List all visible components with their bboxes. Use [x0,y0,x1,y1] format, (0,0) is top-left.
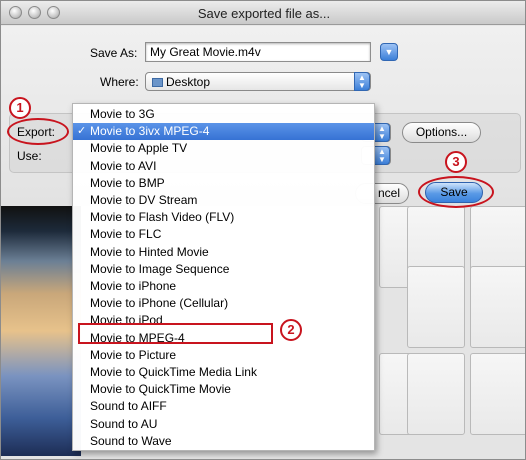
step-1-badge: 1 [9,97,31,119]
menu-item[interactable]: Movie to AVI [73,158,374,175]
menu-item-label: Movie to Picture [90,347,177,362]
menu-item[interactable]: Movie to FLC [73,226,374,243]
menu-item[interactable]: Sound to AU [73,416,374,433]
folder-icon [152,78,163,87]
menu-item-label: Movie to BMP [90,175,165,190]
save-as-label: Save As: [90,46,138,60]
menu-item[interactable]: Movie to Flash Video (FLV) [73,209,374,226]
window-title: Save exported file as... [197,6,331,21]
grid-tile [470,353,525,435]
menu-item-label: Movie to iPhone [90,279,177,293]
menu-item-label: Sound to AIFF [90,399,167,414]
menu-item[interactable]: Movie to BMP [73,175,374,192]
menu-item-label: Movie to Hinted Movie [90,244,209,259]
menu-item[interactable]: Movie to QuickTime Media Link [73,364,374,381]
updown-arrows-icon: ▲ ▼ [354,72,370,91]
check-icon: ✓ [77,125,87,138]
annotation-export-ellipse [7,118,69,145]
grid-tile [470,266,525,348]
options-button[interactable]: Options... [402,122,481,143]
menu-item-label: Sound to AU [90,416,158,431]
menu-item-label: Movie to QuickTime Movie [90,382,231,397]
menu-item-selected[interactable]: ✓ Movie to 3ivx MPEG-4 [73,123,374,141]
step-3-badge: 3 [445,151,467,173]
menu-item[interactable]: Movie to Apple TV [73,140,374,157]
where-value: Desktop [166,75,211,89]
use-label: Use: [17,149,42,163]
menu-item-label: Movie to QuickTime Media Link [90,365,257,379]
menu-item[interactable]: Sound to AIFF [73,398,374,415]
menu-item[interactable]: Movie to Hinted Movie [73,244,374,261]
menu-item[interactable]: Sound to Wave [73,433,374,450]
menu-item-label: Movie to FLC [90,227,162,242]
annotation-save-ellipse [418,176,494,208]
window: Save exported file as... Save As: My Gre… [0,0,526,460]
updown-arrows-icon: ▲ ▼ [374,146,390,165]
menu-item-label: Movie to Apple TV [90,141,188,156]
menu-item[interactable]: Movie to Image Sequence [73,261,374,278]
menu-item[interactable]: Movie to QuickTime Movie [73,381,374,398]
menu-item-label: Movie to iPhone (Cellular) [90,296,229,311]
menu-item[interactable]: Movie to iPhone (Cellular) [73,295,374,312]
menu-item[interactable]: Movie to 3G [73,106,374,123]
grid-tile [407,353,465,435]
title-bar: Save exported file as... [1,1,525,25]
menu-item[interactable]: Movie to DV Stream [73,192,374,209]
menu-item-label: Movie to 3ivx MPEG-4 [90,124,210,139]
menu-item-label: Sound to Wave [90,433,172,448]
disclosure-triangle-icon[interactable]: ▼ [380,43,398,61]
updown-arrows-icon: ▲ ▼ [374,123,390,142]
menu-item-label: Movie to Flash Video (FLV) [90,210,235,225]
where-label: Where: [100,75,139,89]
save-as-field[interactable]: My Great Movie.m4v [145,42,371,62]
annotation-mpeg4-box [78,323,273,344]
step-2-badge: 2 [280,319,302,341]
menu-item-label: Movie to DV Stream [90,193,198,207]
menu-item[interactable]: Movie to iPhone [73,278,374,295]
where-popup[interactable]: Desktop ▲ ▼ [145,72,371,91]
menu-item-label: Movie to 3G [90,107,155,121]
grid-tile [407,266,465,348]
movie-thumbnail-image [1,206,81,456]
menu-item-label: Movie to Image Sequence [90,261,230,276]
menu-item[interactable]: Movie to Picture [73,347,374,364]
menu-item-label: Movie to AVI [90,158,157,173]
